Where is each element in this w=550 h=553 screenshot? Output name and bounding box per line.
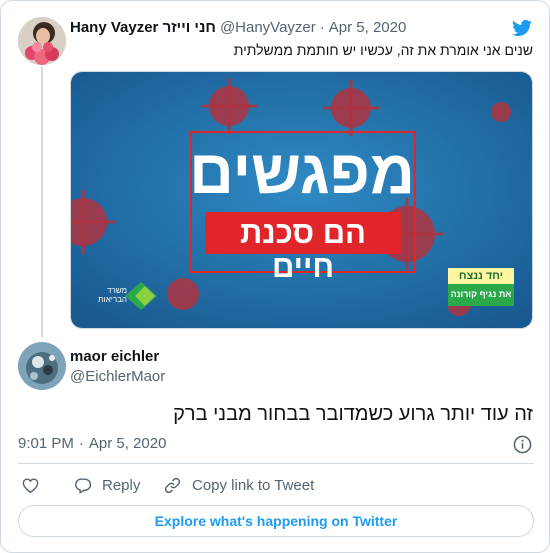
ministry-logo-line2: הבריאות [98, 295, 127, 304]
copy-link-button[interactable]: Copy link to Tweet [163, 475, 314, 495]
ministry-logo-text: משרד הבריאות [87, 286, 127, 304]
badge-top: יחד ננצח [458, 270, 504, 282]
explore-button[interactable]: Explore what's happening on Twitter [18, 505, 534, 537]
speech-bubble-icon [75, 477, 92, 494]
reply-button[interactable]: Reply [73, 475, 140, 495]
thread-line [41, 67, 43, 337]
info-icon[interactable] [513, 435, 532, 454]
tweet-media[interactable]: מפגשים הם סכנת חיים משרד הבריאות יחד ננצ… [70, 71, 533, 329]
display-name[interactable]: Hany Vayzer חני וייזר [70, 19, 216, 36]
poster-subline: הם סכנת חיים [240, 215, 366, 284]
handle[interactable]: @EichlerMaor [70, 368, 165, 385]
display-name[interactable]: maor eichler [70, 348, 159, 365]
avatar[interactable] [18, 342, 66, 390]
tweet-date[interactable]: Apr 5, 2020 [89, 435, 167, 452]
divider [18, 463, 534, 464]
avatar[interactable] [18, 17, 66, 65]
quoted-tweet-header: Hany Vayzer חני וייזר @HanyVayzer · Apr … [70, 19, 406, 36]
tweet-timestamp[interactable]: 9:01 PM · Apr 5, 2020 [18, 435, 166, 452]
link-icon [164, 477, 181, 493]
twitter-bird-icon[interactable] [511, 18, 533, 38]
tweet-text: זה עוד יותר גרוע כשמדובר בבחור מבני ברק [173, 403, 533, 425]
like-button[interactable] [21, 475, 50, 495]
avatar-photo [18, 342, 66, 390]
separator: · [78, 435, 84, 452]
copy-link-label: Copy link to Tweet [192, 476, 315, 494]
tweet-embed-card: Hany Vayzer חני וייזר @HanyVayzer · Apr … [0, 0, 550, 553]
poster-headline: מפגשים [189, 138, 415, 207]
avatar-photo [18, 17, 66, 65]
tweet-date[interactable]: Apr 5, 2020 [329, 19, 407, 36]
reply-label: Reply [102, 476, 141, 494]
tweet-time[interactable]: 9:01 PM [18, 435, 74, 452]
quoted-tweet-text: שנים אני אומרת את זה, עכשיו יש חותמת ממש… [233, 42, 533, 58]
handle[interactable]: @HanyVayzer [220, 19, 316, 36]
ministry-logo-line1: משרד [107, 286, 127, 295]
badge-bottom: את נגיף קורונה [450, 289, 512, 299]
separator: · [319, 19, 325, 36]
heart-icon [22, 477, 39, 493]
